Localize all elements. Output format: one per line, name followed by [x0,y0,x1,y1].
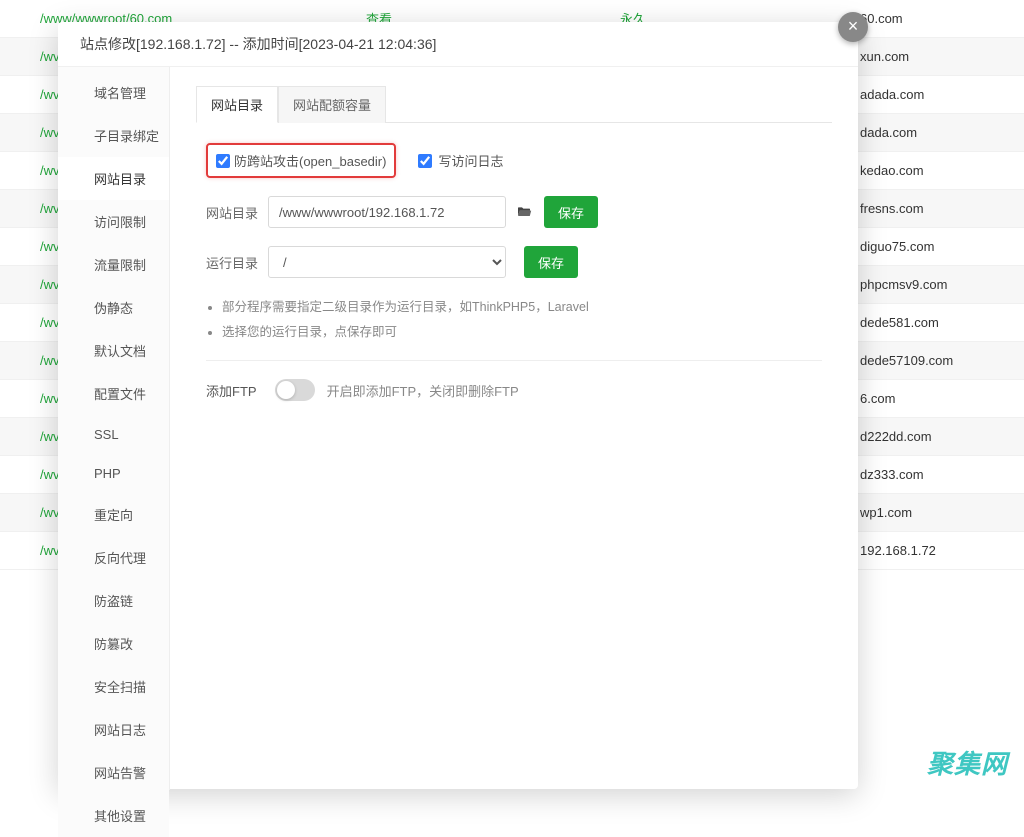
site-host-cell: adada.com [860,87,1000,102]
open-basedir-checkbox[interactable] [216,154,230,168]
folder-open-icon[interactable] [514,204,534,220]
modal-content: 网站目录 网站配额容量 防跨站攻击(open_basedir) 写访问日志 [170,67,858,790]
run-dir-label: 运行目录 [206,253,264,272]
site-host-cell: diguo75.com [860,239,1000,254]
access-log-checkbox[interactable] [418,154,432,168]
site-host-cell: 192.168.1.72 [860,543,1000,558]
sidebar-item-proxy[interactable]: 反向代理 [58,536,169,579]
ftp-toggle[interactable] [275,379,315,401]
open-basedir-highlight: 防跨站攻击(open_basedir) [206,143,396,178]
web-dir-label: 网站目录 [206,203,264,222]
site-host-cell: fresns.com [860,201,1000,216]
site-host-cell: dz333.com [860,467,1000,482]
sidebar-item-defaultdoc[interactable]: 默认文档 [58,329,169,372]
site-host-cell: 60.com [860,11,1000,26]
site-host-cell: 6.com [860,391,1000,406]
sidebar-item-webdir[interactable]: 网站目录 [58,157,169,200]
site-host-cell: dede57109.com [860,353,1000,368]
site-settings-modal: × 站点修改[192.168.1.72] -- 添加时间[2023-04-21 … [58,22,858,789]
divider [206,360,822,361]
site-host-cell: phpcmsv9.com [860,277,1000,292]
access-log-label: 写访问日志 [438,151,503,170]
security-check-row: 防跨站攻击(open_basedir) 写访问日志 [206,143,822,178]
sidebar-item-redirect[interactable]: 重定向 [58,493,169,536]
sidebar-item-traffic[interactable]: 流量限制 [58,243,169,286]
sidebar-item-subdir[interactable]: 子目录绑定 [58,114,169,157]
ftp-row: 添加FTP 开启即添加FTP，关闭即删除FTP [206,379,822,401]
tip-item: 选择您的运行目录，点保存即可 [222,321,822,340]
sidebar-item-rewrite[interactable]: 伪静态 [58,286,169,329]
tab-web-directory[interactable]: 网站目录 [196,86,278,123]
tab-bar: 网站目录 网站配额容量 [196,85,832,123]
modal-title: 站点修改[192.168.1.72] -- 添加时间[2023-04-21 12… [58,22,858,67]
open-basedir-label: 防跨站攻击(open_basedir) [234,151,386,170]
tips-list: 部分程序需要指定二级目录作为运行目录，如ThinkPHP5，Laravel 选择… [222,296,822,340]
sidebar-item-domain[interactable]: 域名管理 [58,71,169,114]
sidebar-item-php[interactable]: PHP [58,454,169,493]
ftp-label: 添加FTP [206,381,257,400]
site-host-cell: xun.com [860,49,1000,64]
site-host-cell: dada.com [860,125,1000,140]
sidebar-item-alert[interactable]: 网站告警 [58,751,169,794]
sidebar-item-scan[interactable]: 安全扫描 [58,665,169,708]
modal-sidebar: 域名管理 子目录绑定 网站目录 访问限制 流量限制 伪静态 默认文档 配置文件 … [58,67,170,790]
sidebar-item-logs[interactable]: 网站日志 [58,708,169,751]
web-dir-save-button[interactable]: 保存 [544,196,598,228]
sidebar-item-ssl[interactable]: SSL [58,415,169,454]
tab-quota[interactable]: 网站配额容量 [278,86,386,123]
sidebar-item-access[interactable]: 访问限制 [58,200,169,243]
sidebar-item-tamper[interactable]: 防篡改 [58,622,169,665]
site-host-cell: d222dd.com [860,429,1000,444]
tip-item: 部分程序需要指定二级目录作为运行目录，如ThinkPHP5，Laravel [222,296,822,315]
run-dir-row: 运行目录 / 保存 [206,246,822,278]
site-host-cell: dede581.com [860,315,1000,330]
sidebar-item-other[interactable]: 其他设置 [58,794,169,837]
watermark-text: 聚集网 [927,744,1008,781]
run-dir-select[interactable]: / [268,246,506,278]
run-dir-save-button[interactable]: 保存 [524,246,578,278]
web-dir-input[interactable] [268,196,506,228]
close-icon[interactable]: × [838,12,868,42]
ftp-hint: 开启即添加FTP，关闭即删除FTP [327,381,519,400]
site-host-cell: wp1.com [860,505,1000,520]
web-dir-row: 网站目录 保存 [206,196,822,228]
site-host-cell: kedao.com [860,163,1000,178]
sidebar-item-hotlink[interactable]: 防盗链 [58,579,169,622]
sidebar-item-config[interactable]: 配置文件 [58,372,169,415]
toggle-knob-icon [277,381,295,399]
